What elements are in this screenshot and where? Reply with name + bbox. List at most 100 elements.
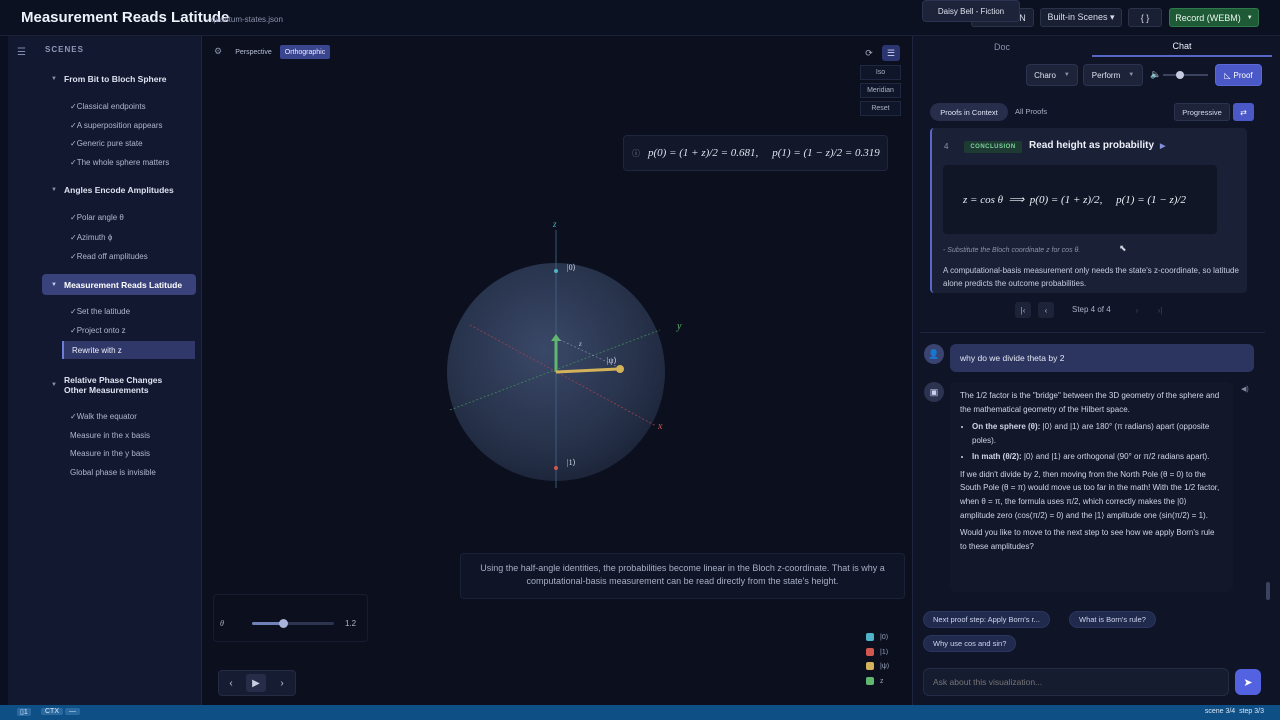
tab-doc[interactable]: Doc bbox=[912, 36, 1092, 57]
math-expression: z = cos θ ⟹ p(0) = (1 + z)/2, p(1) = (1 … bbox=[963, 194, 1186, 206]
record-webm-button[interactable]: Record (WEBM) ▼ bbox=[1169, 8, 1259, 27]
scene-caption: Using the half-angle identities, the pro… bbox=[460, 553, 905, 599]
psi-tip bbox=[616, 365, 624, 373]
scene-item[interactable]: ✓Set the latitude bbox=[70, 307, 130, 316]
proof-button[interactable]: ◺ Proof bbox=[1215, 64, 1262, 86]
section-title: Relative Phase Changes Other Measurement… bbox=[64, 374, 163, 395]
status-bar: ▯1 CTX — scene 3/4 step 3/3 bbox=[0, 705, 1280, 720]
section-angles-encode[interactable]: ▼ Angles Encode Amplitudes bbox=[42, 181, 196, 199]
caret-down-icon: ▼ bbox=[51, 381, 57, 388]
scene-item[interactable]: ✓Polar angle θ bbox=[70, 213, 124, 222]
ruler-icon: ◺ bbox=[1224, 70, 1231, 80]
scene-label: Polar angle θ bbox=[76, 213, 124, 222]
prev-icon[interactable]: ‹ bbox=[221, 674, 241, 692]
chat-scrollbar[interactable] bbox=[1266, 582, 1270, 600]
progressive-toggle[interactable]: Progressive bbox=[1174, 103, 1230, 121]
scene-item[interactable]: ✓Azimuth ϕ bbox=[70, 233, 112, 242]
step-explanation: A computational-basis measurement only n… bbox=[943, 266, 1239, 288]
prev-step-icon[interactable]: ‹ bbox=[1038, 302, 1054, 318]
step-title[interactable]: Read height as probability ▶ bbox=[1029, 140, 1165, 151]
panel-count: 1 bbox=[23, 709, 28, 716]
orthographic-button[interactable]: Orthographic bbox=[280, 45, 330, 59]
refresh-icon[interactable]: ⟳ bbox=[862, 46, 876, 60]
speak-icon[interactable]: ◀) bbox=[1241, 385, 1249, 393]
perspective-button[interactable]: Perspective bbox=[231, 45, 276, 59]
json-braces-button[interactable]: { } bbox=[1128, 8, 1162, 27]
voice-select[interactable]: Charo ▼ bbox=[1026, 64, 1078, 86]
volume-thumb[interactable] bbox=[1176, 71, 1184, 79]
swap-icon[interactable]: ⇄ bbox=[1233, 103, 1254, 121]
caret-down-icon: ▼ bbox=[51, 281, 57, 288]
scene-item[interactable]: Measure in the y basis bbox=[70, 449, 150, 458]
tab-chat[interactable]: Chat bbox=[1092, 36, 1272, 57]
menu-icon[interactable]: ☰ bbox=[17, 47, 26, 58]
scene-item[interactable]: ✓Project onto z bbox=[70, 326, 126, 335]
proof-label: Proof bbox=[1233, 70, 1253, 80]
built-in-scenes-button[interactable]: Built-in Scenes ▾ bbox=[1040, 8, 1122, 27]
step-math: z = cos θ ⟹ p(0) = (1 + z)/2, p(1) = (1 … bbox=[943, 165, 1217, 234]
scene-item[interactable]: Measure in the x basis bbox=[70, 431, 150, 440]
terminal-icon[interactable]: — bbox=[65, 708, 80, 715]
song-select[interactable]: Daisy Bell - Fiction bbox=[922, 0, 1020, 22]
section-from-bit-to-bloch[interactable]: ▼ From Bit to Bloch Sphere bbox=[42, 70, 196, 88]
all-proofs-tab[interactable]: All Proofs bbox=[1015, 107, 1047, 116]
scene-item[interactable]: ✓A superposition appears bbox=[70, 121, 163, 130]
list-view-icon[interactable]: ☰ bbox=[882, 45, 900, 61]
ketpsi-label: |ψ⟩ bbox=[607, 356, 617, 365]
p1-formula: p(1) = (1 − z)/2 = 0.319 bbox=[772, 147, 880, 159]
scene-item[interactable]: ✓Classical endpoints bbox=[70, 102, 146, 111]
iso-view-button[interactable]: Iso bbox=[860, 65, 901, 80]
volume-icon[interactable]: 🔈 bbox=[1150, 69, 1161, 80]
scene-item-current[interactable]: Rewrite with z bbox=[62, 341, 195, 359]
assistant-paragraph: Would you like to move to the next step … bbox=[960, 528, 1215, 552]
proofs-in-context-tab[interactable]: Proofs in Context bbox=[930, 103, 1008, 121]
bloch-sphere-canvas[interactable]: z y x |0⟩ |1⟩ |ψ⟩ z bbox=[420, 210, 710, 500]
section-measurement-reads-latitude[interactable]: ▼ Measurement Reads Latitude bbox=[42, 274, 196, 295]
suggestion-chip[interactable]: Why use cos and sin? bbox=[923, 635, 1017, 652]
scene-item[interactable]: ✓Walk the equator bbox=[70, 412, 137, 421]
p0-formula: p(0) = (1 + z)/2 = 0.681, bbox=[648, 147, 759, 159]
ctx-badge[interactable]: CTX bbox=[41, 708, 63, 715]
divider bbox=[920, 332, 1265, 333]
chevron-down-icon: ▼ bbox=[1246, 14, 1253, 21]
check-icon: ✓ bbox=[70, 121, 77, 130]
scene-item[interactable]: ✓The whole sphere matters bbox=[70, 158, 169, 167]
legend-label: z bbox=[880, 677, 884, 685]
play-icon[interactable]: ▶ bbox=[1160, 143, 1165, 150]
suggestion-chip[interactable]: Next proof step: Apply Born's r... bbox=[923, 611, 1050, 628]
section-title: From Bit to Bloch Sphere bbox=[64, 74, 167, 84]
suggestion-chip[interactable]: What is Born's rule? bbox=[1069, 611, 1156, 628]
next-icon[interactable]: › bbox=[272, 674, 292, 692]
section-relative-phase[interactable]: ▼ Relative Phase Changes Other Measuremen… bbox=[42, 371, 196, 398]
ket0-label: |0⟩ bbox=[567, 263, 576, 272]
panel-toggle-icon[interactable]: ▯1 bbox=[17, 708, 31, 716]
legend-item: |0⟩ bbox=[866, 633, 888, 641]
check-icon: ✓ bbox=[70, 252, 77, 261]
legend-swatch bbox=[866, 633, 874, 641]
theta-slider-track[interactable] bbox=[252, 619, 334, 628]
ket1-marker bbox=[554, 466, 558, 470]
chevron-down-icon: ▼ bbox=[1063, 72, 1070, 78]
scene-item[interactable]: ✓Read off amplitudes bbox=[70, 252, 148, 261]
assistant-paragraph: If we didn't divide by 2, then moving fr… bbox=[960, 469, 1220, 520]
chat-input[interactable] bbox=[923, 668, 1229, 696]
settings-gear-icon[interactable]: ⚙ bbox=[214, 46, 222, 57]
bullet-heading: On the sphere (θ): bbox=[972, 422, 1041, 432]
meridian-view-button[interactable]: Meridian bbox=[860, 83, 901, 98]
volume-slider[interactable] bbox=[1163, 71, 1208, 79]
check-icon: ✓ bbox=[70, 139, 77, 148]
legend-label: |1⟩ bbox=[880, 649, 889, 656]
play-icon[interactable]: ▶ bbox=[246, 674, 266, 692]
axis-y-label: y bbox=[676, 321, 682, 332]
scene-item[interactable]: ✓Generic pure state bbox=[70, 139, 143, 148]
first-step-icon[interactable]: |‹ bbox=[1015, 302, 1031, 318]
mode-select[interactable]: Perform ▼ bbox=[1083, 64, 1143, 86]
reset-view-button[interactable]: Reset bbox=[860, 101, 901, 116]
scene-label: Azimuth ϕ bbox=[76, 233, 113, 242]
step-title-text: Read height as probability bbox=[1029, 140, 1155, 151]
last-step-icon[interactable]: ›| bbox=[1152, 302, 1168, 318]
theta-label: θ bbox=[220, 619, 224, 628]
next-step-icon[interactable]: › bbox=[1129, 302, 1145, 318]
scene-item[interactable]: Global phase is invisible bbox=[70, 468, 156, 477]
send-icon[interactable]: ➤ bbox=[1235, 669, 1261, 695]
